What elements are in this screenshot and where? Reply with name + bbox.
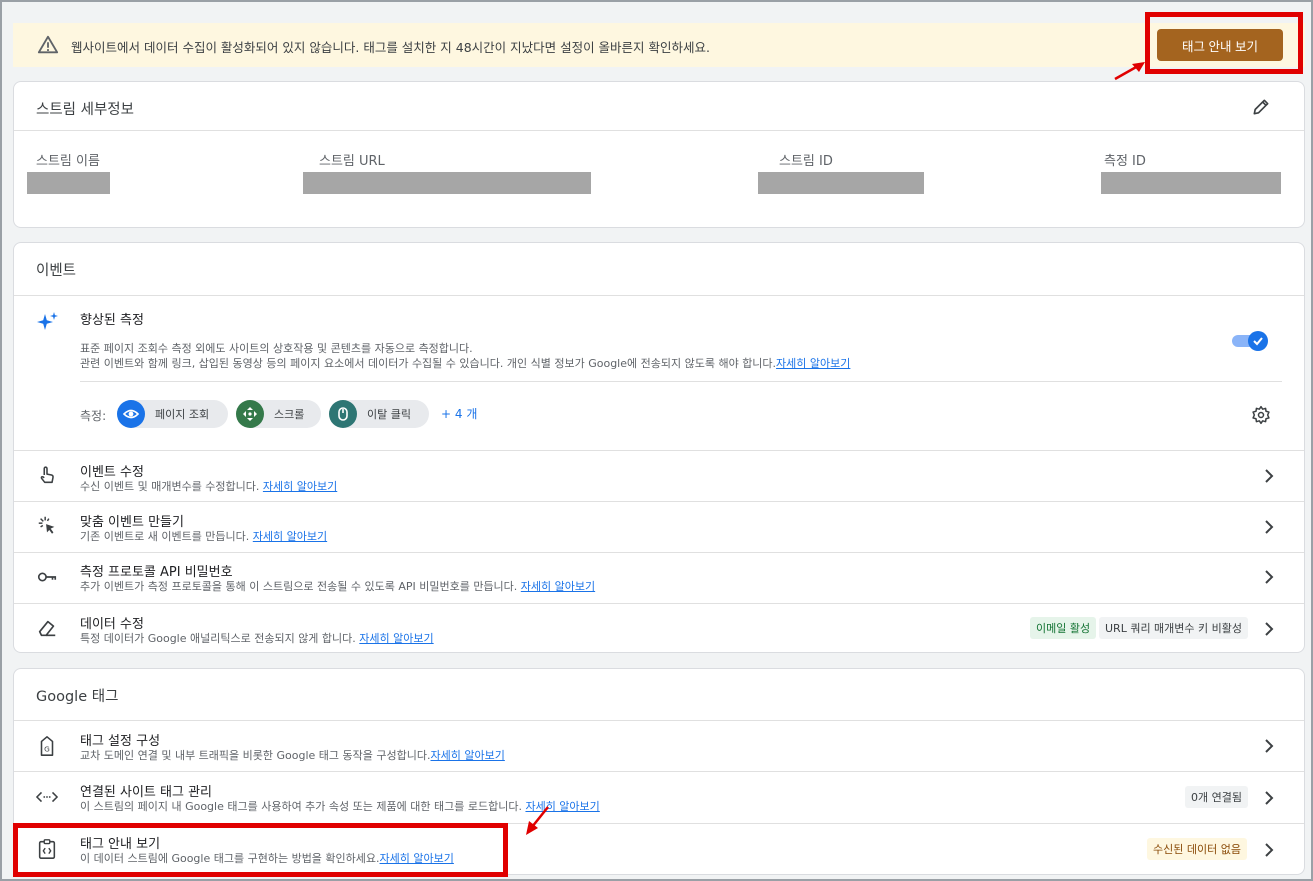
row-view-tag-instructions[interactable]: 태그 안내 보기 이 데이터 스트림에 Google 태그를 구현하는 방법을 … — [14, 824, 1304, 875]
learn-more-link[interactable]: 자세히 알아보기 — [253, 530, 327, 543]
chip-outbound-click: 이탈 클릭 — [329, 400, 429, 428]
enhanced-measurement-toggle[interactable] — [1232, 331, 1268, 351]
check-icon — [1253, 337, 1263, 346]
mouse-icon — [338, 407, 348, 421]
touch-hand-icon — [40, 466, 54, 484]
view-tag-instructions-button[interactable]: 태그 안내 보기 — [1157, 29, 1283, 61]
row-data-redaction[interactable]: 데이터 수정 특정 데이터가 Google 애널리틱스로 전송되지 않게 합니다… — [14, 604, 1304, 653]
row-view-tag-instructions-sub: 이 데이터 스트림에 Google 태그를 구현하는 방법을 확인하세요.자세히… — [80, 850, 454, 866]
row-data-redaction-sub: 특정 데이터가 Google 애널리틱스로 전송되지 않게 합니다. 자세히 알… — [80, 630, 434, 646]
row-data-redaction-desc: 특정 데이터가 Google 애널리틱스로 전송되지 않게 합니다. — [80, 632, 356, 645]
chip-page-view-label: 페이지 조회 — [155, 408, 210, 421]
row-measurement-protocol[interactable]: 측정 프로토콜 API 비밀번호 추가 이벤트가 측정 프로토콜을 통해 이 스… — [14, 553, 1304, 603]
enhanced-measurement-desc2-text: 관련 이벤트와 함께 링크, 삽입된 동영상 등의 페이지 요소에서 데이터가 … — [80, 357, 777, 370]
svg-text:G: G — [44, 745, 50, 754]
learn-more-link[interactable]: 자세히 알아보기 — [380, 852, 454, 865]
eye-icon — [123, 409, 139, 419]
chevron-right-icon — [1265, 469, 1274, 483]
stream-details-card: 스트림 세부정보 스트림 이름 스트림 URL 스트림 ID 측정 ID — [13, 81, 1305, 228]
sparkle-icon — [37, 312, 58, 330]
google-tag-title: Google 태그 — [36, 689, 119, 705]
row-configure-tag-settings-sub: 교차 도메인 연결 및 내부 트래픽을 비롯한 Google 태그 동작을 구성… — [80, 747, 505, 763]
divider — [80, 381, 1282, 382]
divider — [14, 130, 1304, 131]
row-modify-events[interactable]: 이벤트 수정 수신 이벤트 및 매개변수를 수정합니다. 자세히 알아보기 — [14, 451, 1304, 501]
divider — [14, 295, 1304, 296]
redacted-stream-name — [27, 172, 110, 194]
row-view-tag-instructions-desc: 이 데이터 스트림에 Google 태그를 구현하는 방법을 확인하세요. — [80, 852, 380, 865]
stream-url-label: 스트림 URL — [319, 154, 385, 169]
chevron-right-icon — [1265, 791, 1274, 805]
stream-name-label: 스트림 이름 — [36, 154, 100, 169]
eraser-icon — [38, 620, 56, 637]
stream-details-title: 스트림 세부정보 — [36, 102, 134, 118]
edit-pencil-icon[interactable] — [1251, 97, 1271, 117]
stream-id-label: 스트림 ID — [779, 154, 833, 169]
row-configure-tag-settings-desc: 교차 도메인 연결 및 내부 트래픽을 비롯한 Google 태그 동작을 구성… — [80, 749, 431, 762]
learn-more-link[interactable]: 자세히 알아보기 — [431, 749, 505, 762]
measure-label: 측정: — [80, 409, 107, 423]
redacted-measurement-id — [1101, 172, 1281, 194]
scroll-arrows-icon — [243, 407, 257, 421]
enhanced-measurement-title: 향상된 측정 — [80, 313, 144, 328]
row-manage-connected-site-tags[interactable]: 연결된 사이트 태그 관리 이 스트림의 페이지 내 Google 태그를 사용… — [14, 772, 1304, 823]
chip-scroll-label: 스크롤 — [274, 408, 305, 421]
annotation-arrow-bottom — [526, 806, 549, 835]
enhanced-measurement-desc1: 표준 페이지 조회수 측정 외에도 사이트의 상호작용 및 콘텐츠를 자동으로 … — [80, 342, 473, 355]
learn-more-link[interactable]: 자세히 알아보기 — [776, 357, 850, 370]
email-active-badge: 이메일 활성 — [1030, 617, 1097, 639]
clipboard-code-icon — [38, 839, 56, 859]
warning-icon — [37, 35, 59, 54]
key-icon — [37, 572, 57, 582]
more-measurements-link[interactable]: + 4 개 — [441, 405, 477, 422]
chevron-right-icon — [1265, 739, 1274, 753]
measurement-id-label: 측정 ID — [1104, 154, 1146, 169]
events-card: 이벤트 향상된 측정 표준 페이지 조회수 측정 외에도 사이트의 상호작용 및… — [13, 242, 1305, 653]
enhanced-measurement-desc2: 관련 이벤트와 함께 링크, 삽입된 동영상 등의 페이지 요소에서 데이터가 … — [80, 355, 850, 371]
connected-count-badge: 0개 연결됨 — [1185, 786, 1248, 808]
learn-more-link[interactable]: 자세히 알아보기 — [521, 580, 595, 593]
no-data-received-badge: 수신된 데이터 없음 — [1147, 838, 1247, 860]
chevron-right-icon — [1265, 622, 1274, 636]
chevron-right-icon — [1265, 520, 1274, 534]
google-tag-card: Google 태그 G 태그 설정 구성 교차 도메인 연결 및 내부 트래픽을… — [13, 668, 1305, 875]
chip-outbound-click-label: 이탈 클릭 — [367, 408, 411, 421]
row-configure-tag-settings[interactable]: G 태그 설정 구성 교차 도메인 연결 및 내부 트래픽을 비롯한 Googl… — [14, 721, 1304, 771]
row-create-custom-event-sub: 기존 이벤트로 새 이벤트를 만듭니다. 자세히 알아보기 — [80, 528, 327, 544]
click-sparkle-icon — [38, 516, 55, 534]
gear-icon[interactable] — [1251, 405, 1271, 425]
events-title: 이벤트 — [36, 263, 77, 279]
row-measurement-protocol-sub: 추가 이벤트가 측정 프로토콜을 통해 이 스트림으로 전송될 수 있도록 AP… — [80, 578, 595, 594]
row-modify-events-desc: 수신 이벤트 및 매개변수를 수정합니다. — [80, 480, 260, 493]
tag-g-icon: G — [40, 736, 54, 756]
redacted-stream-url — [303, 172, 591, 194]
code-arrows-icon — [36, 791, 58, 803]
row-measurement-protocol-desc: 추가 이벤트가 측정 프로토콜을 통해 이 스트림으로 전송될 수 있도록 AP… — [80, 580, 518, 593]
redacted-stream-id — [758, 172, 924, 194]
learn-more-link[interactable]: 자세히 알아보기 — [359, 632, 433, 645]
learn-more-link[interactable]: 자세히 알아보기 — [263, 480, 337, 493]
chevron-right-icon — [1265, 570, 1274, 584]
row-modify-events-sub: 수신 이벤트 및 매개변수를 수정합니다. 자세히 알아보기 — [80, 478, 337, 494]
url-query-inactive-badge: URL 쿼리 매개변수 키 비활성 — [1099, 617, 1249, 639]
chip-scroll: 스크롤 — [236, 400, 321, 428]
chevron-right-icon — [1265, 843, 1274, 857]
annotation-arrow-top — [1114, 62, 1145, 81]
row-manage-connected-site-tags-desc: 이 스트림의 페이지 내 Google 태그를 사용하여 추가 속성 또는 제품… — [80, 800, 522, 813]
chip-page-view: 페이지 조회 — [117, 400, 228, 428]
row-create-custom-event[interactable]: 맞춤 이벤트 만들기 기존 이벤트로 새 이벤트를 만듭니다. 자세히 알아보기 — [14, 502, 1304, 552]
warning-message: 웹사이트에서 데이터 수집이 활성화되어 있지 않습니다. 태그를 설치한 지 … — [71, 40, 711, 55]
row-create-custom-event-desc: 기존 이벤트로 새 이벤트를 만듭니다. — [80, 530, 250, 543]
